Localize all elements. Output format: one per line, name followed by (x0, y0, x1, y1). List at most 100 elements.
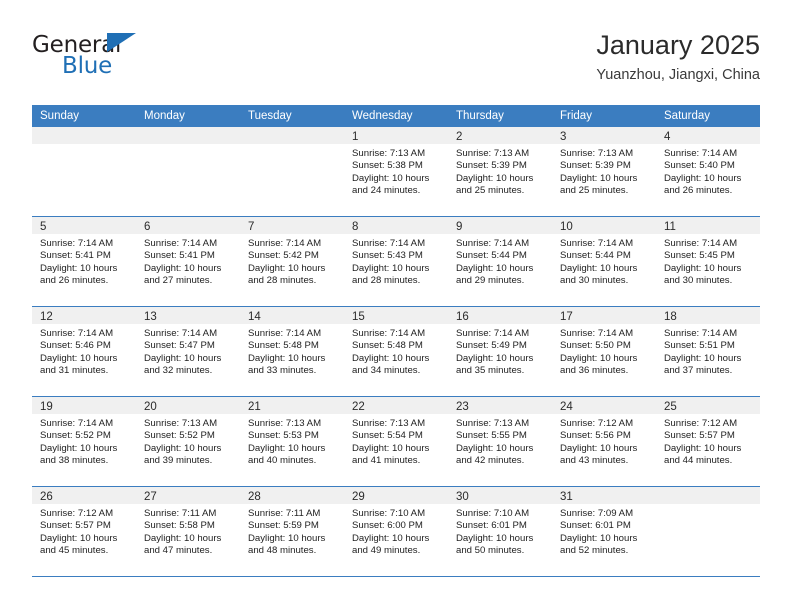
sunrise-text: Sunrise: 7:14 AM (248, 328, 322, 339)
sunset-text: Sunset: 5:48 PM (248, 340, 319, 352)
day-number-band: 24 (552, 397, 656, 414)
sunrise-text: Sunrise: 7:11 AM (248, 508, 321, 519)
day-number: 6 (144, 221, 151, 233)
sunrise-text: Sunrise: 7:12 AM (40, 508, 114, 519)
day-number: 12 (40, 311, 53, 323)
calendar-day-cell[interactable]: 11 Sunrise: 7:14 AM Sunset: 5:45 PM Dayligh… (656, 217, 760, 306)
day-number-band: 2 (448, 127, 552, 144)
calendar-week-row: 26 Sunrise: 7:12 AM Sunset: 5:57 PM Dayligh… (32, 486, 760, 576)
calendar-day-cell[interactable]: 20 Sunrise: 7:13 AM Sunset: 5:52 PM Dayligh… (136, 397, 240, 486)
calendar-day-cell[interactable]: 25 Sunrise: 7:12 AM Sunset: 5:57 PM Dayligh… (656, 397, 760, 486)
day-details: Sunrise: 7:12 AM Sunset: 5:57 PM Daylight:… (32, 504, 136, 558)
sunset-text: Sunset: 5:55 PM (456, 430, 527, 442)
calendar-day-cell[interactable]: 7 Sunrise: 7:14 AM Sunset: 5:42 PM Daylight… (240, 217, 344, 306)
calendar-day-cell[interactable]: 16 Sunrise: 7:14 AM Sunset: 5:49 PM Dayligh… (448, 307, 552, 396)
calendar-week-row: 5 Sunrise: 7:14 AM Sunset: 5:41 PM Daylight… (32, 216, 760, 306)
sunset-text: Sunset: 5:51 PM (664, 340, 735, 352)
day-number-band: 27 (136, 487, 240, 504)
calendar-day-cell[interactable]: 15 Sunrise: 7:14 AM Sunset: 5:48 PM Dayligh… (344, 307, 448, 396)
calendar-day-cell[interactable]: 12 Sunrise: 7:14 AM Sunset: 5:46 PM Dayligh… (32, 307, 136, 396)
calendar-week-row: 1 Sunrise: 7:13 AM Sunset: 5:38 PM Daylight… (32, 127, 760, 216)
day-number: 29 (352, 491, 365, 503)
day-number-band: 7 (240, 217, 344, 234)
calendar-day-cell[interactable]: 5 Sunrise: 7:14 AM Sunset: 5:41 PM Daylight… (32, 217, 136, 306)
calendar-day-cell[interactable]: 29 Sunrise: 7:10 AM Sunset: 6:00 PM Dayligh… (344, 487, 448, 576)
sunset-text: Sunset: 5:50 PM (560, 340, 631, 352)
day-number-band: 9 (448, 217, 552, 234)
day-number: 31 (560, 491, 573, 503)
day-number-band: 14 (240, 307, 344, 324)
day-details: Sunrise: 7:14 AM Sunset: 5:40 PM Daylight:… (656, 144, 760, 198)
day-of-week-tuesday: Tuesday (248, 110, 292, 122)
calendar-day-cell[interactable]: 22 Sunrise: 7:13 AM Sunset: 5:54 PM Dayligh… (344, 397, 448, 486)
general-blue-logo[interactable]: General Blue (32, 32, 252, 90)
calendar-day-cell[interactable]: 8 Sunrise: 7:14 AM Sunset: 5:43 PM Daylight… (344, 217, 448, 306)
calendar-day-cell[interactable]: 27 Sunrise: 7:11 AM Sunset: 5:58 PM Dayligh… (136, 487, 240, 576)
calendar-day-cell[interactable]: 4 Sunrise: 7:14 AM Sunset: 5:40 PM Daylight… (656, 127, 760, 216)
day-number: 9 (456, 221, 463, 233)
calendar-day-cell[interactable]: 19 Sunrise: 7:14 AM Sunset: 5:52 PM Dayligh… (32, 397, 136, 486)
calendar-day-cell[interactable]: 14 Sunrise: 7:14 AM Sunset: 5:48 PM Dayligh… (240, 307, 344, 396)
sunset-text: Sunset: 5:41 PM (40, 250, 111, 262)
day-details: Sunrise: 7:13 AM Sunset: 5:52 PM Daylight:… (136, 414, 240, 468)
calendar-day-cell[interactable]: 24 Sunrise: 7:12 AM Sunset: 5:56 PM Dayligh… (552, 397, 656, 486)
calendar-day-cell[interactable]: 28 Sunrise: 7:11 AM Sunset: 5:59 PM Dayligh… (240, 487, 344, 576)
calendar-day-cell[interactable]: 17 Sunrise: 7:14 AM Sunset: 5:50 PM Dayligh… (552, 307, 656, 396)
day-details: Sunrise: 7:14 AM Sunset: 5:45 PM Daylight:… (656, 234, 760, 288)
day-number-band: 4 (656, 127, 760, 144)
day-details: Sunrise: 7:14 AM Sunset: 5:47 PM Daylight:… (136, 324, 240, 378)
day-details: Sunrise: 7:13 AM Sunset: 5:53 PM Daylight:… (240, 414, 344, 468)
day-number: 28 (248, 491, 261, 503)
daylight-text: Daylight: 10 hours and 41 minutes. (352, 442, 430, 467)
day-number: 11 (664, 221, 676, 233)
logo-text-blue: Blue (62, 53, 113, 79)
page-header: General Blue January 2025 Yuanzhou, Jian… (32, 28, 760, 94)
day-details: Sunrise: 7:14 AM Sunset: 5:51 PM Daylight:… (656, 324, 760, 378)
daylight-text: Daylight: 10 hours and 25 minutes. (456, 172, 534, 197)
calendar-day-cell[interactable]: 3 Sunrise: 7:13 AM Sunset: 5:39 PM Daylight… (552, 127, 656, 216)
daylight-text: Daylight: 10 hours and 50 minutes. (456, 532, 534, 557)
day-number-band: 3 (552, 127, 656, 144)
sunset-text: Sunset: 6:01 PM (456, 520, 527, 532)
sunset-text: Sunset: 5:54 PM (352, 430, 423, 442)
calendar-day-cell[interactable]: 9 Sunrise: 7:14 AM Sunset: 5:44 PM Daylight… (448, 217, 552, 306)
calendar-day-cell[interactable]: 10 Sunrise: 7:14 AM Sunset: 5:44 PM Dayligh… (552, 217, 656, 306)
daylight-text: Daylight: 10 hours and 26 minutes. (664, 172, 742, 197)
day-details: Sunrise: 7:09 AM Sunset: 6:01 PM Daylight:… (552, 504, 656, 558)
day-number-band (136, 127, 240, 144)
calendar-day-cell[interactable]: 26 Sunrise: 7:12 AM Sunset: 5:57 PM Dayligh… (32, 487, 136, 576)
day-number-band: 10 (552, 217, 656, 234)
calendar-day-cell[interactable]: 23 Sunrise: 7:13 AM Sunset: 5:55 PM Dayligh… (448, 397, 552, 486)
day-number-band: 22 (344, 397, 448, 414)
calendar-day-cell[interactable]: 31 Sunrise: 7:09 AM Sunset: 6:01 PM Dayligh… (552, 487, 656, 576)
daylight-text: Daylight: 10 hours and 42 minutes. (456, 442, 534, 467)
calendar-day-cell[interactable]: 6 Sunrise: 7:14 AM Sunset: 5:41 PM Daylight… (136, 217, 240, 306)
daylight-text: Daylight: 10 hours and 26 minutes. (40, 262, 118, 287)
sunrise-text: Sunrise: 7:09 AM (560, 508, 634, 519)
day-details: Sunrise: 7:13 AM Sunset: 5:54 PM Daylight:… (344, 414, 448, 468)
day-number: 7 (248, 221, 255, 233)
day-details: Sunrise: 7:10 AM Sunset: 6:01 PM Daylight:… (448, 504, 552, 558)
calendar-day-cell[interactable]: 18 Sunrise: 7:14 AM Sunset: 5:51 PM Dayligh… (656, 307, 760, 396)
sunset-text: Sunset: 5:45 PM (664, 250, 735, 262)
sunrise-text: Sunrise: 7:14 AM (456, 328, 530, 339)
day-number-band: 15 (344, 307, 448, 324)
calendar-day-cell[interactable]: 21 Sunrise: 7:13 AM Sunset: 5:53 PM Dayligh… (240, 397, 344, 486)
day-number: 22 (352, 401, 365, 413)
day-number: 26 (40, 491, 53, 503)
daylight-text: Daylight: 10 hours and 52 minutes. (560, 532, 638, 557)
daylight-text: Daylight: 10 hours and 40 minutes. (248, 442, 326, 467)
calendar-day-cell[interactable]: 2 Sunrise: 7:13 AM Sunset: 5:39 PM Daylight… (448, 127, 552, 216)
daylight-text: Daylight: 10 hours and 35 minutes. (456, 352, 534, 377)
day-details: Sunrise: 7:12 AM Sunset: 5:56 PM Daylight:… (552, 414, 656, 468)
day-of-week-thursday: Thursday (456, 110, 504, 122)
calendar-day-cell[interactable]: 13 Sunrise: 7:14 AM Sunset: 5:47 PM Dayligh… (136, 307, 240, 396)
daylight-text: Daylight: 10 hours and 37 minutes. (664, 352, 742, 377)
calendar-day-cell[interactable]: 1 Sunrise: 7:13 AM Sunset: 5:38 PM Daylight… (344, 127, 448, 216)
sunset-text: Sunset: 5:52 PM (144, 430, 215, 442)
day-of-week-sunday: Sunday (40, 110, 80, 122)
calendar-day-cell[interactable]: 30 Sunrise: 7:10 AM Sunset: 6:01 PM Dayligh… (448, 487, 552, 576)
sunrise-text: Sunrise: 7:13 AM (456, 418, 530, 429)
day-details: Sunrise: 7:13 AM Sunset: 5:38 PM Daylight:… (344, 144, 448, 198)
daylight-text: Daylight: 10 hours and 27 minutes. (144, 262, 222, 287)
